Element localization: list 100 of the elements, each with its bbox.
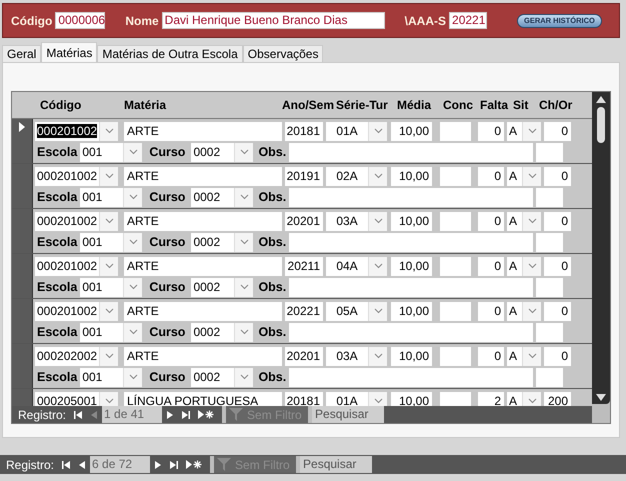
subject-field[interactable]: ARTE — [124, 122, 282, 141]
absences-field[interactable]: 0 — [478, 302, 504, 321]
extra-field[interactable] — [536, 368, 564, 387]
subject-field[interactable]: ARTE — [124, 346, 282, 366]
class-combo[interactable]: 03A — [326, 346, 387, 366]
year-field[interactable]: 20201 — [285, 212, 323, 231]
course-combo[interactable]: 0002 — [191, 232, 254, 252]
workload-field[interactable]: 200 — [544, 392, 571, 406]
notes-field[interactable] — [289, 322, 534, 342]
absences-field[interactable]: 0 — [478, 212, 504, 231]
school-combo[interactable]: 001 — [80, 232, 142, 252]
workload-field[interactable]: 0 — [544, 212, 571, 231]
course-combo[interactable]: 0002 — [191, 322, 254, 342]
tab[interactable]: Matérias de Outra Escola — [97, 45, 243, 62]
notes-field[interactable] — [289, 368, 534, 387]
extra-field[interactable] — [536, 278, 564, 297]
notes-field[interactable] — [289, 142, 534, 162]
concept-field[interactable] — [440, 256, 471, 276]
code-combo[interactable]: 000201002 — [35, 122, 118, 141]
record-position-field[interactable]: 6 de 72 — [90, 456, 150, 473]
year-semester-field[interactable]: 20221 — [449, 12, 488, 29]
course-combo[interactable]: 0002 — [191, 368, 254, 387]
year-field[interactable]: 20221 — [285, 302, 323, 321]
tab[interactable]: Observações — [242, 45, 324, 62]
search-field[interactable]: Pesquisar — [312, 406, 384, 423]
course-combo[interactable]: 0002 — [191, 142, 254, 162]
code-combo[interactable]: 000201002 — [35, 302, 118, 321]
extra-field[interactable] — [536, 232, 564, 252]
status-combo[interactable]: A — [507, 212, 541, 231]
scrollbar[interactable] — [592, 92, 610, 404]
year-field[interactable]: 20201 — [285, 346, 323, 366]
code-field[interactable]: 0000006 — [55, 12, 106, 29]
search-field[interactable]: Pesquisar — [300, 456, 372, 473]
subject-field[interactable]: ARTE — [124, 256, 282, 276]
concept-field[interactable] — [440, 392, 471, 406]
concept-field[interactable] — [440, 122, 471, 141]
grade-field[interactable]: 10,00 — [391, 122, 432, 141]
grade-field[interactable]: 10,00 — [391, 256, 432, 276]
course-combo[interactable]: 0002 — [191, 278, 254, 297]
grade-field[interactable]: 10,00 — [391, 392, 432, 406]
record-position-field[interactable]: 1 de 41 — [102, 406, 162, 423]
year-field[interactable]: 20211 — [285, 256, 323, 276]
notes-field[interactable] — [289, 232, 534, 252]
absences-field[interactable]: 0 — [478, 256, 504, 276]
code-combo[interactable]: 000201002 — [35, 212, 118, 231]
concept-field[interactable] — [440, 346, 471, 366]
school-combo[interactable]: 001 — [80, 142, 142, 162]
extra-field[interactable] — [536, 142, 564, 162]
status-combo[interactable]: A — [507, 122, 541, 141]
year-field[interactable]: 20181 — [285, 122, 323, 141]
name-field[interactable]: Davi Henrique Bueno Branco Dias — [162, 12, 385, 29]
extra-field[interactable] — [536, 188, 564, 207]
status-combo[interactable]: A — [507, 166, 541, 186]
class-combo[interactable]: 03A — [326, 212, 387, 231]
status-combo[interactable]: A — [507, 392, 541, 406]
status-combo[interactable]: A — [507, 256, 541, 276]
concept-field[interactable] — [440, 166, 471, 186]
concept-field[interactable] — [440, 302, 471, 321]
record-selector[interactable] — [12, 118, 33, 163]
code-combo[interactable]: 000201002 — [35, 166, 118, 186]
status-combo[interactable]: A — [507, 346, 541, 366]
workload-field[interactable]: 0 — [544, 166, 571, 186]
extra-field[interactable] — [536, 322, 564, 342]
class-combo[interactable]: 01A — [326, 122, 387, 141]
grade-field[interactable]: 10,00 — [391, 346, 432, 366]
subject-field[interactable]: ARTE — [124, 212, 282, 231]
tab[interactable]: Matérias — [41, 42, 98, 62]
tab[interactable]: Geral — [2, 45, 42, 62]
class-combo[interactable]: 02A — [326, 166, 387, 186]
workload-field[interactable]: 0 — [544, 346, 571, 366]
absences-field[interactable]: 0 — [478, 166, 504, 186]
subject-field[interactable]: LÍNGUA PORTUGUESA — [124, 392, 282, 406]
year-field[interactable]: 20191 — [285, 166, 323, 186]
absences-field[interactable]: 0 — [478, 122, 504, 141]
workload-field[interactable]: 0 — [544, 122, 571, 141]
year-field[interactable]: 20181 — [285, 392, 323, 406]
code-combo[interactable]: 000202002 — [35, 346, 118, 366]
absences-field[interactable]: 2 — [478, 392, 504, 406]
school-combo[interactable]: 001 — [80, 368, 142, 387]
notes-field[interactable] — [289, 188, 534, 207]
grade-field[interactable]: 10,00 — [391, 302, 432, 321]
scroll-down-icon[interactable] — [596, 394, 606, 401]
status-combo[interactable]: A — [507, 302, 541, 321]
workload-field[interactable]: 0 — [544, 302, 571, 321]
class-combo[interactable]: 05A — [326, 302, 387, 321]
absences-field[interactable]: 0 — [478, 346, 504, 366]
workload-field[interactable]: 0 — [544, 256, 571, 276]
concept-field[interactable] — [440, 212, 471, 231]
school-combo[interactable]: 001 — [80, 278, 142, 297]
school-combo[interactable]: 001 — [80, 322, 142, 342]
school-combo[interactable]: 001 — [80, 188, 142, 207]
subject-field[interactable]: ARTE — [124, 302, 282, 321]
class-combo[interactable]: 01A — [326, 392, 387, 406]
code-combo[interactable]: 000205001 — [35, 392, 118, 406]
class-combo[interactable]: 04A — [326, 256, 387, 276]
scroll-up-icon[interactable] — [596, 96, 606, 103]
scrollbar-thumb[interactable] — [597, 107, 605, 143]
grade-field[interactable]: 10,00 — [391, 166, 432, 186]
code-combo[interactable]: 000201002 — [35, 256, 118, 276]
notes-field[interactable] — [289, 278, 534, 297]
